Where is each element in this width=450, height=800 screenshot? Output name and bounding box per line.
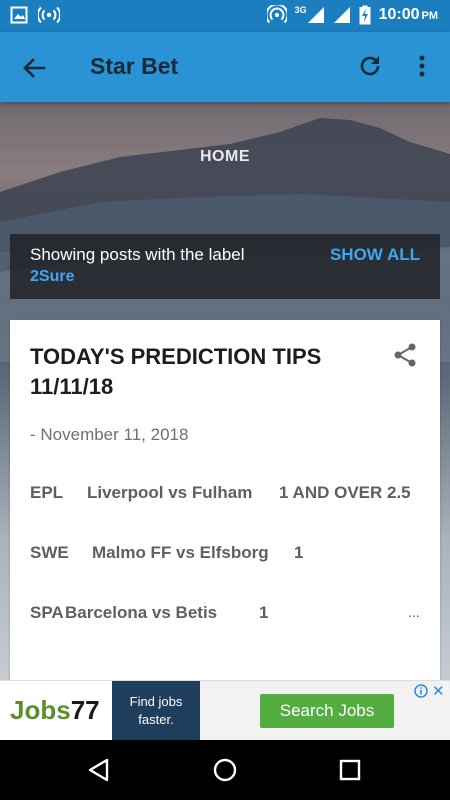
post-date: - November 11, 2018: [30, 425, 189, 444]
tip-league: SWE: [30, 543, 69, 562]
app-title: Star Bet: [90, 53, 179, 79]
label-filter-bar: Showing posts with the label 2Sure SHOW …: [10, 234, 440, 299]
tip-league: SPA: [30, 603, 64, 622]
tip-pick: 1: [259, 603, 269, 622]
signal-icon: [333, 7, 350, 23]
share-icon[interactable]: [392, 342, 418, 368]
ad-logo: Jobs77: [0, 681, 112, 741]
home-link[interactable]: HOME: [0, 148, 450, 166]
tip-match: Malmo FF vs Elfsborg: [92, 543, 269, 562]
post-title[interactable]: TODAY'S PREDICTION TIPS 11/11/18: [30, 342, 370, 402]
back-triangle-icon[interactable]: [85, 756, 113, 784]
ad-info-icon[interactable]: [414, 684, 428, 698]
clock-ampm: PM: [421, 10, 439, 22]
system-nav-bar: [0, 740, 450, 800]
tip-pick: 1: [294, 543, 304, 562]
signal-icon: [307, 7, 324, 23]
battery-charging-icon: [359, 5, 371, 25]
post-title-line-2: 11/11/18: [30, 374, 114, 399]
tip-match: Liverpool vs Fulham: [87, 483, 253, 502]
recents-square-icon[interactable]: [336, 756, 364, 784]
network-type-label: 3G: [294, 5, 307, 15]
wifi-hotspot-icon: [266, 5, 287, 24]
ad-logo-number: 77: [70, 695, 100, 725]
post-card: TODAY'S PREDICTION TIPS 11/11/18 - Novem…: [10, 320, 440, 690]
ad-tagline-line-2: faster.: [138, 712, 174, 727]
hotspot-icon: [38, 6, 60, 24]
ad-tagline: Find jobs faster.: [112, 681, 200, 741]
tip-league: EPL: [30, 483, 64, 502]
ad-search-jobs-button[interactable]: Search Jobs: [260, 694, 394, 728]
refresh-icon[interactable]: [356, 52, 384, 80]
status-bar: 3G 10:00 PM: [0, 0, 450, 32]
label-filter-tag[interactable]: 2Sure: [30, 268, 74, 286]
app-bar: Star Bet: [0, 32, 450, 102]
back-arrow-icon[interactable]: [20, 54, 48, 82]
home-circle-icon[interactable]: [211, 756, 239, 784]
ad-banner[interactable]: Jobs77 Find jobs faster. Search Jobs ✕: [0, 680, 450, 741]
clock-time: 10:00: [378, 6, 420, 23]
ad-logo-text: Jobs77: [10, 695, 100, 726]
ad-tagline-line-1: Find jobs: [129, 694, 183, 709]
ad-close-icon[interactable]: ✕: [432, 682, 445, 700]
post-title-line-1: TODAY'S PREDICTION TIPS: [30, 344, 322, 369]
more-ellipsis: ...: [408, 604, 420, 620]
tip-pick: 1 AND OVER 2.5: [279, 483, 411, 502]
image-icon: [10, 6, 28, 24]
ad-logo-word: Jobs: [10, 695, 71, 725]
show-all-link[interactable]: SHOW ALL: [330, 245, 420, 265]
tip-match: Barcelona vs Betis: [65, 603, 218, 622]
clock: 10:00 PM: [379, 6, 438, 24]
label-filter-text: Showing posts with the label: [30, 245, 245, 264]
more-vert-icon[interactable]: [412, 52, 432, 80]
